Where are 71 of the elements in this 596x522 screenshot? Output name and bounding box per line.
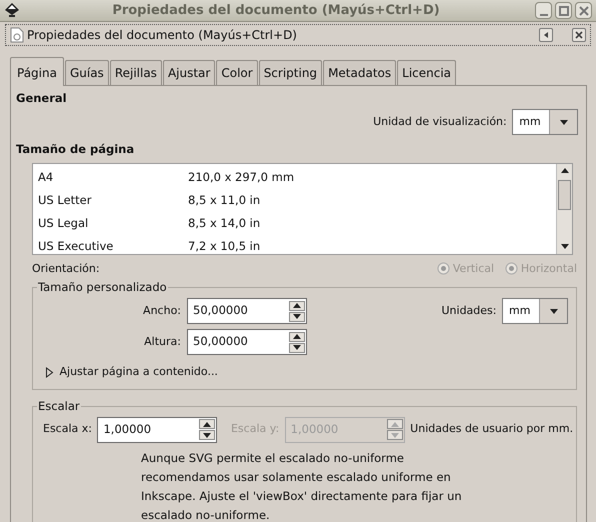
app-logo-icon: [4, 2, 20, 18]
field-label: Altura:: [143, 334, 181, 350]
tab[interactable]: Metadatos: [323, 60, 396, 85]
scale-y-spinbox: 1,00000: [284, 416, 405, 442]
table-cell-text: 8,5 x 11,0 in: [188, 192, 260, 210]
minimize-button[interactable]: [535, 2, 552, 19]
field-label: Escala x:: [43, 421, 92, 438]
tab[interactable]: Color: [216, 60, 258, 85]
tab[interactable]: Licencia: [397, 60, 456, 85]
decrement-button[interactable]: [199, 430, 216, 440]
table-cell-text: 210,0 x 297,0 mm: [188, 169, 294, 186]
group-title: Tamaño personalizado: [37, 279, 168, 296]
maximize-button[interactable]: [555, 2, 572, 19]
down-arrow-icon: [203, 432, 212, 438]
tab[interactable]: Página: [10, 57, 64, 86]
tab[interactable]: Guías: [64, 60, 109, 85]
caret-icon: [550, 308, 558, 314]
document-icon: [10, 27, 24, 43]
tab[interactable]: Rejillas: [110, 60, 162, 85]
field-label: Unidades:: [442, 302, 496, 319]
close-icon: [578, 6, 588, 16]
table-cell-text: US Executive: [38, 238, 114, 256]
table-cell-text: 8,5 x 14,0 in: [188, 215, 260, 232]
down-arrow-icon: [390, 432, 399, 438]
down-arrow-icon: [293, 345, 301, 350]
window-title: Propiedades del documento (Mayús+Ctrl+D): [111, 2, 441, 20]
section-heading: General: [16, 90, 68, 107]
decrement-button[interactable]: [289, 312, 305, 322]
units-note: Unidades de usuario por mm.: [410, 421, 574, 438]
dock-title: Propiedades del documento (Mayús+Ctrl+D): [27, 27, 298, 44]
tab[interactable]: Ajustar: [162, 60, 216, 85]
radio-label: Vertical: [452, 260, 494, 276]
field-label: Escala y:: [230, 421, 280, 438]
caret-icon: [560, 120, 568, 125]
up-arrow-icon: [390, 422, 399, 426]
field-label: Ancho:: [142, 302, 181, 319]
width-spinbox[interactable]: 50,00000: [187, 298, 307, 324]
scrollbar[interactable]: [556, 164, 572, 254]
table-cell-text: A4: [38, 169, 54, 186]
up-arrow-icon: [293, 334, 301, 339]
table-cell-text: US Legal: [38, 215, 90, 232]
radio-label: Horizontal: [520, 260, 577, 276]
increment-button[interactable]: [289, 332, 305, 342]
collapse-button[interactable]: [539, 28, 553, 42]
units-dropdown[interactable]: mm: [502, 298, 568, 324]
section-heading: Tamaño de página: [16, 141, 136, 158]
expander-icon[interactable]: [45, 366, 54, 378]
tab[interactable]: Scripting: [258, 60, 322, 85]
maximize-icon: [558, 6, 568, 16]
decrement-button[interactable]: [289, 342, 305, 352]
table-cell-text: 7,2 x 10,5 in: [188, 238, 260, 256]
minimize-icon: [540, 14, 548, 16]
height-spinbox[interactable]: 50,00000: [187, 329, 307, 355]
up-arrow-icon[interactable]: [560, 168, 568, 173]
close-button[interactable]: [572, 28, 586, 42]
field-label: Unidad de visualización:: [373, 114, 507, 130]
units-dropdown[interactable]: mm: [512, 109, 578, 136]
down-arrow-icon[interactable]: [560, 244, 568, 249]
up-arrow-icon: [293, 303, 301, 308]
help-text: Aunque SVG permite el escalado no-uniforme recomendamos usar solamente escalado uniforme en Inkscape. Ajuste el 'viewBox' directamente para fijar un escalado no-uniforme.: [141, 450, 463, 522]
increment-button[interactable]: [289, 300, 305, 310]
down-arrow-icon: [293, 314, 301, 319]
expander-label[interactable]: Ajustar página a contenido...: [60, 364, 218, 380]
scale-x-spinbox[interactable]: 1,00000: [97, 416, 218, 442]
close-button[interactable]: [575, 2, 592, 19]
increment-button[interactable]: [199, 419, 216, 429]
up-arrow-icon: [203, 422, 212, 426]
close-icon: [575, 31, 583, 39]
left-arrow-icon: [542, 31, 550, 39]
field-label: Orientación:: [32, 260, 101, 276]
table-cell-text: US Letter: [38, 192, 92, 210]
